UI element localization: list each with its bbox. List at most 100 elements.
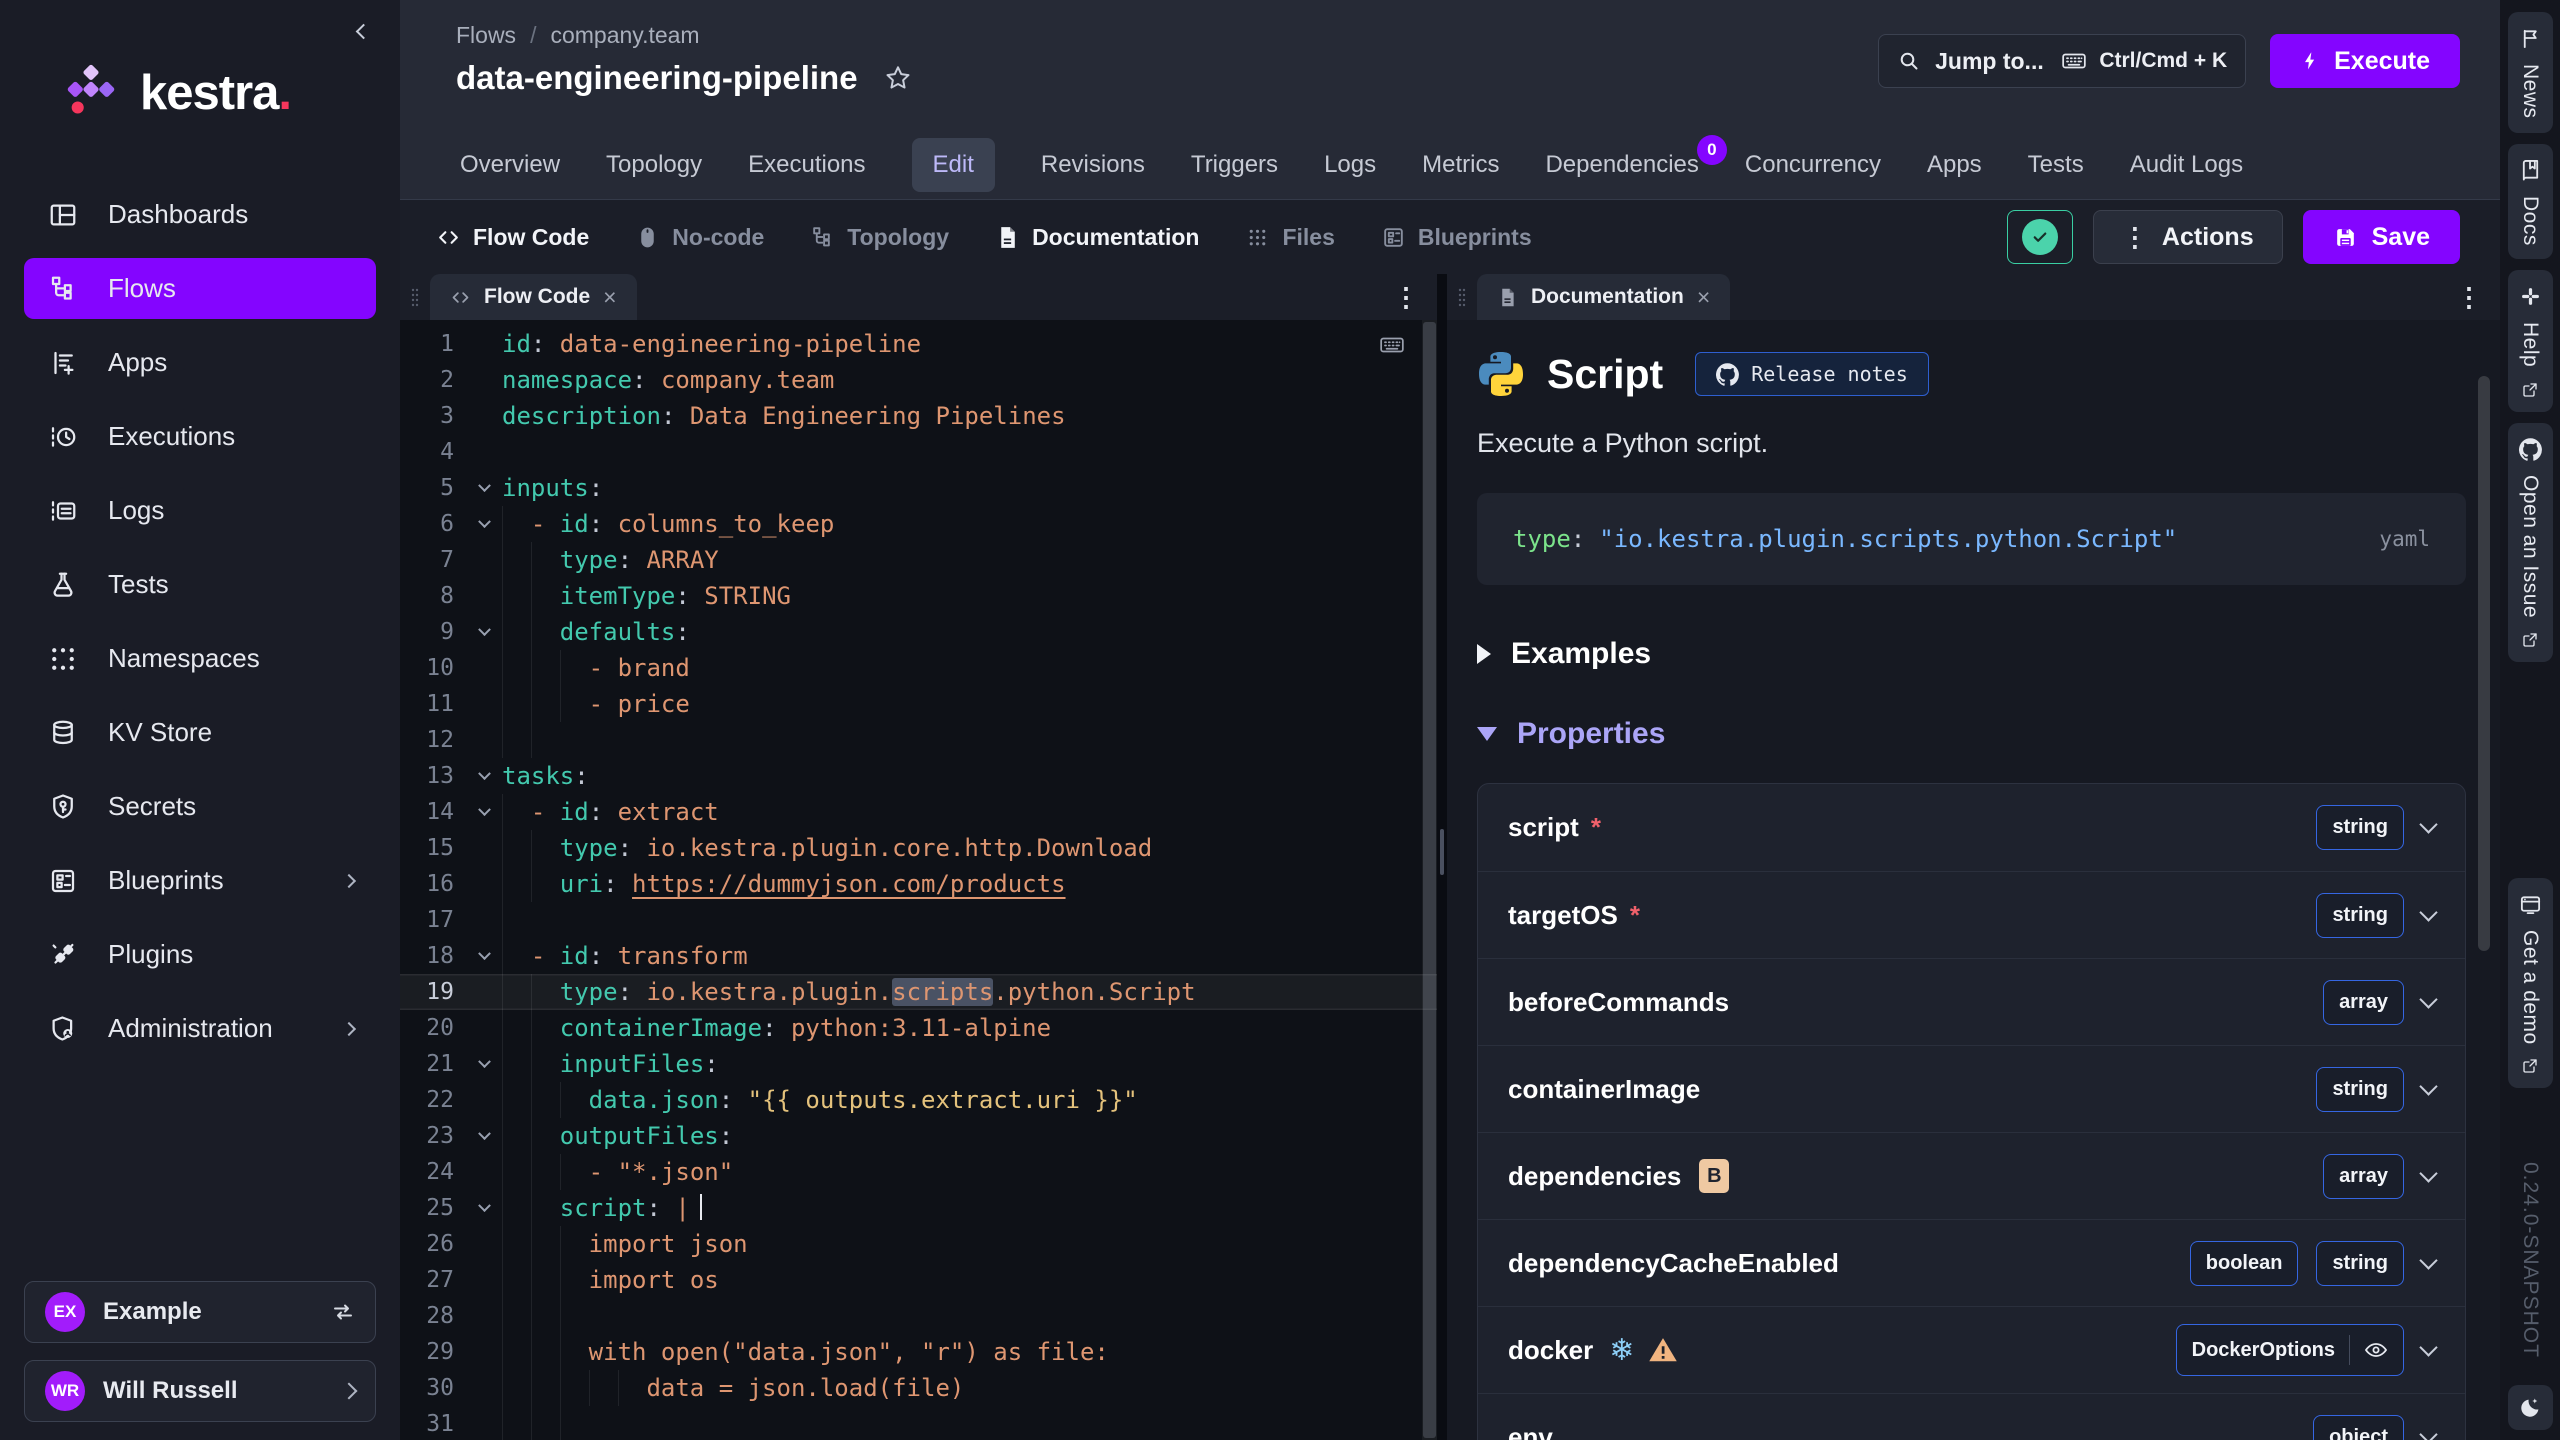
type-badge-array[interactable]: array [2323,980,2404,1025]
code-line-27[interactable]: 27import os [400,1262,1437,1298]
view-files[interactable]: Files [1245,224,1334,251]
rail-help[interactable]: Help [2508,270,2553,411]
drag-grip-icon[interactable] [1447,274,1477,320]
sidebar-item-flows[interactable]: Flows [24,258,376,319]
pane-splitter[interactable] [1437,274,1447,1440]
code-line-19[interactable]: 19type: io.kestra.plugin.scripts.python.… [400,974,1437,1010]
close-tab-icon[interactable]: × [603,284,616,311]
flow-code-tab[interactable]: Flow Code × [430,274,637,320]
rail-open-an-issue[interactable]: Open an Issue [2508,423,2553,662]
fold-chevron-icon[interactable] [466,470,502,506]
type-badge-array[interactable]: array [2323,1154,2404,1199]
code-line-2[interactable]: 2namespace: company.team [400,362,1437,398]
editor-scrollbar[interactable] [1422,320,1437,1440]
user-menu[interactable]: WR Will Russell [24,1360,376,1422]
chevron-down-icon[interactable] [2419,1425,2437,1440]
examples-section-toggle[interactable]: Examples [1477,637,2466,671]
tab-concurrency[interactable]: Concurrency [1745,151,1881,179]
sidebar-item-plugins[interactable]: Plugins [24,924,376,985]
view-blueprints[interactable]: Blueprints [1381,224,1532,251]
code-line-1[interactable]: 1id: data-engineering-pipeline [400,326,1437,362]
breadcrumb-namespace[interactable]: company.team [550,22,699,49]
type-badge-dockeroptions[interactable]: DockerOptions [2176,1324,2404,1376]
pane-menu-icon[interactable]: ⋮ [1393,282,1437,313]
sidebar-item-administration[interactable]: Administration [24,998,376,1059]
rail-get-a-demo[interactable]: Get a demo [2508,878,2553,1089]
code-line-25[interactable]: 25script: | [400,1190,1437,1226]
type-badge-object[interactable]: object [2313,1415,2404,1440]
type-badge-string[interactable]: string [2316,1241,2404,1286]
fold-chevron-icon[interactable] [466,506,502,542]
tab-logs[interactable]: Logs [1324,151,1376,179]
tab-tests[interactable]: Tests [2028,151,2084,179]
tab-revisions[interactable]: Revisions [1041,151,1145,179]
fold-chevron-icon[interactable] [466,758,502,794]
sidebar-item-executions[interactable]: Executions [24,406,376,467]
tab-executions[interactable]: Executions [748,151,865,179]
fold-chevron-icon[interactable] [466,1118,502,1154]
tenant-switcher[interactable]: EX Example [24,1281,376,1343]
sidebar-item-dashboards[interactable]: Dashboards [24,184,376,245]
tab-apps[interactable]: Apps [1927,151,1982,179]
code-line-14[interactable]: 14- id: extract [400,794,1437,830]
rail-news[interactable]: News [2508,12,2553,133]
code-line-15[interactable]: 15type: io.kestra.plugin.core.http.Downl… [400,830,1437,866]
view-flow-code[interactable]: Flow Code [436,224,589,251]
editor-keyboard-icon[interactable] [1375,332,1409,358]
code-line-3[interactable]: 3description: Data Engineering Pipelines [400,398,1437,434]
yaml-editor[interactable]: 1id: data-engineering-pipeline2namespace… [400,320,1437,1440]
code-line-23[interactable]: 23outputFiles: [400,1118,1437,1154]
code-line-10[interactable]: 10- brand [400,650,1437,686]
jump-to-search[interactable]: Jump to... Ctrl/Cmd + K [1878,34,2246,88]
sidebar-item-secrets[interactable]: Secrets [24,776,376,837]
sidebar-item-blueprints[interactable]: Blueprints [24,850,376,911]
rail-docs[interactable]: Docs [2508,144,2553,260]
close-tab-icon[interactable]: × [1697,284,1710,311]
code-line-12[interactable]: 12 [400,722,1437,758]
release-notes-button[interactable]: Release notes [1695,352,1929,396]
tab-metrics[interactable]: Metrics [1422,151,1499,179]
validation-status-button[interactable] [2007,210,2073,264]
chevron-down-icon[interactable] [2419,1338,2437,1356]
sidebar-collapse-button[interactable] [358,24,374,40]
drag-grip-icon[interactable] [400,274,430,320]
code-line-26[interactable]: 26import json [400,1226,1437,1262]
type-badge-string[interactable]: string [2316,805,2404,850]
tab-topology[interactable]: Topology [606,151,702,179]
actions-button[interactable]: ⋮ Actions [2093,210,2283,264]
view-documentation[interactable]: Documentation [995,224,1199,251]
properties-section-toggle[interactable]: Properties [1477,717,2466,751]
view-no-code[interactable]: No-code [635,224,764,251]
fold-chevron-icon[interactable] [466,614,502,650]
code-line-24[interactable]: 24- "*.json" [400,1154,1437,1190]
code-line-20[interactable]: 20containerImage: python:3.11-alpine [400,1010,1437,1046]
code-line-28[interactable]: 28 [400,1298,1437,1334]
chevron-down-icon[interactable] [2419,1077,2437,1095]
docs-scrollbar[interactable] [2478,376,2490,951]
code-line-21[interactable]: 21inputFiles: [400,1046,1437,1082]
favorite-star-icon[interactable] [884,64,912,92]
code-line-8[interactable]: 8itemType: STRING [400,578,1437,614]
execute-button[interactable]: Execute [2270,34,2460,88]
fold-chevron-icon[interactable] [466,1190,502,1226]
tab-triggers[interactable]: Triggers [1191,151,1278,179]
code-line-6[interactable]: 6- id: columns_to_keep [400,506,1437,542]
pane-menu-icon[interactable]: ⋮ [2456,282,2500,313]
code-line-30[interactable]: 30data = json.load(file) [400,1370,1437,1406]
tab-dependencies[interactable]: Dependencies0 [1545,151,1698,179]
code-line-18[interactable]: 18- id: transform [400,938,1437,974]
save-button[interactable]: Save [2303,210,2460,264]
breadcrumb-flows[interactable]: Flows [456,22,516,49]
chevron-down-icon[interactable] [2419,903,2437,921]
sidebar-item-kv-store[interactable]: KV Store [24,702,376,763]
documentation-tab[interactable]: Documentation × [1477,274,1730,320]
tab-audit-logs[interactable]: Audit Logs [2130,151,2243,179]
code-line-29[interactable]: 29with open("data.json", "r") as file: [400,1334,1437,1370]
view-topology[interactable]: Topology [810,224,949,251]
fold-chevron-icon[interactable] [466,1046,502,1082]
type-badge-boolean[interactable]: boolean [2190,1241,2299,1286]
code-line-11[interactable]: 11- price [400,686,1437,722]
kestra-logo[interactable]: kestra. [0,0,400,122]
chevron-down-icon[interactable] [2419,1164,2437,1182]
chevron-down-icon[interactable] [2419,990,2437,1008]
